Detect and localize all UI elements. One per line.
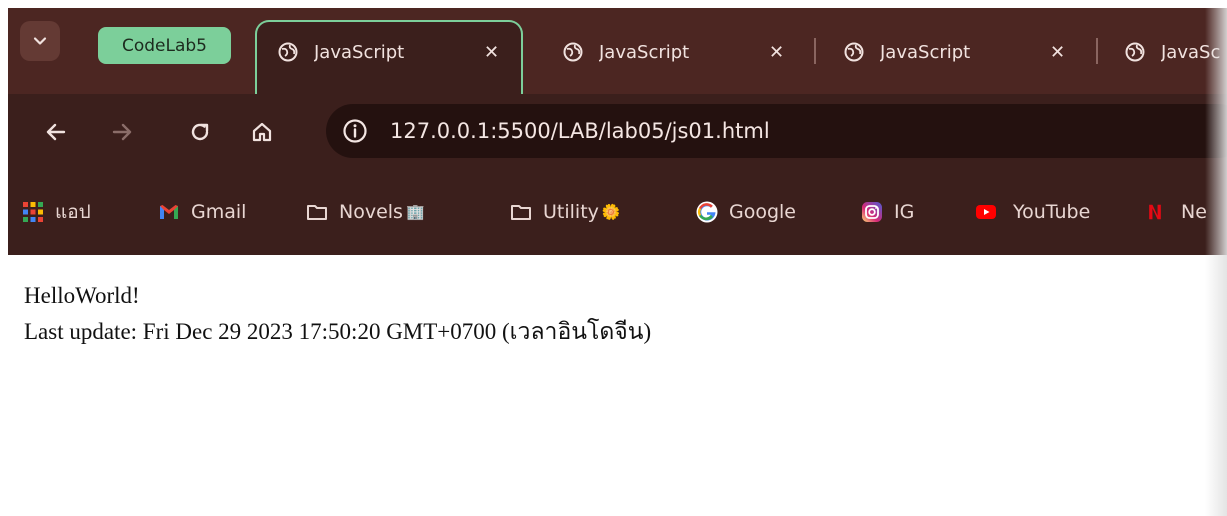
tab-title: JavaScript [1161, 41, 1221, 63]
globe-icon [278, 42, 298, 62]
tab-title: JavaScript [880, 41, 971, 63]
bookmark-label: IG [894, 201, 915, 223]
tab-3[interactable]: JavaScript ✕ [844, 20, 1065, 84]
bookmark-netflix[interactable]: Ne [1147, 169, 1207, 255]
url-text: 127.0.0.1:5500/LAB/lab05/js01.html [390, 119, 770, 143]
bookmark-instagram[interactable]: IG [861, 169, 914, 255]
arrow-right-icon [112, 123, 132, 141]
last-update-text: Last update: Fri Dec 29 2023 17:50:20 GM… [24, 319, 652, 344]
flower-emoji-icon: 🌼 [601, 203, 621, 221]
globe-icon [563, 42, 583, 62]
bookmark-gmail[interactable]: Gmail [158, 169, 246, 255]
bookmark-folder-utility[interactable]: Utility 🌼 [510, 169, 621, 255]
bookmark-label: Ne [1181, 201, 1207, 223]
folder-icon [307, 205, 327, 220]
back-button[interactable] [38, 114, 74, 150]
close-tab-icon[interactable]: ✕ [1050, 42, 1065, 63]
forward-button[interactable] [104, 114, 140, 150]
tab-title: JavaScript [314, 41, 405, 63]
tab-search-button[interactable] [20, 21, 60, 61]
globe-icon [1125, 42, 1145, 62]
reload-icon [191, 123, 209, 141]
tab-2[interactable]: JavaScript ✕ [563, 20, 784, 84]
building-emoji-icon: 🏢 [405, 203, 425, 221]
bookmark-label: Google [729, 201, 797, 223]
bookmark-label: Utility [543, 201, 599, 223]
apps-grid-icon [23, 202, 43, 222]
chevron-down-icon [33, 37, 47, 45]
tab-title: JavaScript [599, 41, 690, 63]
bookmarks-bar: แอป Gmail Novels 🏢 Utility 🌼 Google IG Y… [8, 169, 1227, 255]
youtube-icon [976, 205, 996, 219]
globe-icon [844, 42, 864, 62]
browser-window: CodeLab5 JavaScript ✕ JavaScript ✕ JavaS… [8, 8, 1227, 516]
hello-text: HelloWorld! [24, 283, 140, 308]
page-content: HelloWorld! Last update: Fri Dec 29 2023… [24, 278, 651, 350]
bookmark-google[interactable]: Google [696, 169, 796, 255]
bookmark-apps[interactable]: แอป [22, 169, 91, 255]
address-bar[interactable]: 127.0.0.1:5500/LAB/lab05/js01.html [326, 104, 1227, 158]
tab-active[interactable]: JavaScript ✕ [278, 20, 499, 84]
close-tab-icon[interactable]: ✕ [484, 42, 499, 63]
google-icon [696, 201, 718, 223]
tab-separator [814, 38, 816, 64]
arrow-left-icon [46, 123, 66, 141]
bookmark-folder-novels[interactable]: Novels 🏢 [306, 169, 425, 255]
folder-icon [511, 205, 531, 220]
bookmark-label: แอป [55, 201, 91, 223]
instagram-icon [862, 202, 882, 222]
toolbar: 127.0.0.1:5500/LAB/lab05/js01.html [8, 94, 1227, 169]
home-button[interactable] [244, 114, 280, 150]
bookmark-youtube[interactable]: YouTube [970, 169, 1090, 255]
tab-group-label[interactable]: CodeLab5 [98, 27, 231, 64]
reload-button[interactable] [182, 114, 218, 150]
site-info-icon[interactable] [342, 118, 368, 144]
bookmark-label: YouTube [1013, 201, 1091, 223]
bookmark-label: Gmail [191, 201, 247, 223]
gmail-icon [160, 205, 178, 219]
close-tab-icon[interactable]: ✕ [769, 42, 784, 63]
tab-strip: CodeLab5 JavaScript ✕ JavaScript ✕ JavaS… [8, 8, 1227, 96]
tab-4[interactable]: JavaScript [1125, 20, 1221, 84]
home-icon [252, 122, 272, 142]
tab-separator [1096, 38, 1098, 64]
bookmark-label: Novels [339, 201, 403, 223]
netflix-icon [1149, 204, 1161, 220]
